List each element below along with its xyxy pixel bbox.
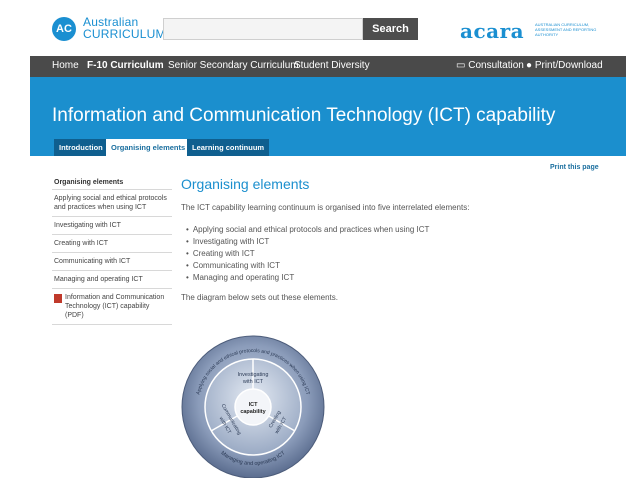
sidebar: Organising elements Applying social and …: [52, 176, 172, 325]
page-banner: Information and Communication Technology…: [30, 77, 626, 156]
list-item: Creating with ICT: [186, 248, 429, 260]
pdf-icon: [54, 294, 62, 303]
speech-bubble-icon: ▭: [456, 60, 469, 71]
print-this-page-link[interactable]: Print this page: [550, 164, 599, 171]
sidebar-item-investigating[interactable]: Investigating with ICT: [52, 217, 172, 235]
pdf-link-label: Information and Communication Technology…: [65, 294, 165, 319]
list-item: Applying social and ethical protocols an…: [186, 224, 430, 236]
sidebar-heading[interactable]: Organising elements: [52, 176, 172, 190]
printer-icon: ●: [526, 60, 535, 71]
center-label-2: capability: [240, 409, 266, 415]
center-label-1: ICT: [249, 402, 259, 408]
list-item: Investigating with ICT: [186, 236, 429, 248]
nav-item-f10-curriculum[interactable]: F-10 Curriculum: [87, 60, 164, 71]
logo-line-2: CURRICULUM: [83, 27, 166, 41]
tab-introduction[interactable]: Introduction: [54, 139, 108, 156]
australian-curriculum-logo-text[interactable]: Australian CURRICULUM: [83, 16, 166, 40]
nav-item-print-download[interactable]: ● Print/Download: [526, 60, 603, 71]
sidebar-item-creating[interactable]: Creating with ICT: [52, 235, 172, 253]
search-button[interactable]: Search: [363, 18, 418, 40]
tab-learning-continuum[interactable]: Learning continuum: [187, 139, 270, 156]
search-input[interactable]: [163, 18, 363, 40]
sidebar-item-communicating[interactable]: Communicating with ICT: [52, 253, 172, 271]
site-header: AC Australian CURRICULUM Search acara AU…: [0, 0, 638, 56]
sidebar-item-pdf[interactable]: Information and Communication Technology…: [52, 289, 172, 325]
content-title: Organising elements: [181, 176, 310, 192]
main-nav: Home F-10 Curriculum Senior Secondary Cu…: [30, 56, 626, 77]
sidebar-item-applying[interactable]: Applying social and ethical protocols an…: [52, 190, 172, 217]
nav-item-home[interactable]: Home: [52, 60, 79, 71]
list-item: Managing and operating ICT: [186, 272, 429, 284]
segment-top-label-1: Investigating: [238, 372, 269, 378]
acara-logo[interactable]: acara: [460, 19, 524, 43]
elements-list: Applying social and ethical protocols an…: [186, 224, 430, 284]
intro-text: The ICT capability learning continuum is…: [181, 203, 470, 212]
sidebar-item-managing[interactable]: Managing and operating ICT: [52, 271, 172, 289]
tab-organising-elements[interactable]: Organising elements: [106, 139, 191, 156]
diagram-intro-text: The diagram below sets out these element…: [181, 293, 338, 302]
nav-item-consultation[interactable]: ▭ Consultation: [456, 60, 524, 71]
segment-top-label-2: with ICT: [242, 379, 264, 385]
ict-capability-diagram: Applying social and ethical protocols an…: [181, 335, 325, 478]
nav-item-senior-secondary[interactable]: Senior Secondary Curriculum: [168, 60, 299, 71]
list-item: Communicating with ICT: [186, 260, 429, 272]
australian-curriculum-logo-icon[interactable]: AC: [52, 17, 76, 41]
page-title: Information and Communication Technology…: [52, 105, 556, 126]
nav-item-student-diversity[interactable]: Student Diversity: [294, 60, 370, 71]
acara-tagline: AUSTRALIAN CURRICULUM, ASSESSMENT AND RE…: [535, 22, 597, 37]
